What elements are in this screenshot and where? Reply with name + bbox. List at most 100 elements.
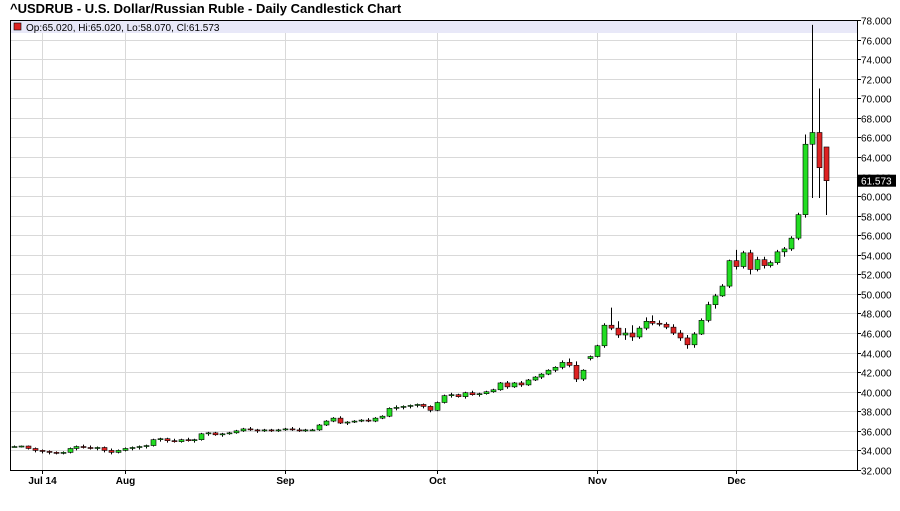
candle-body [719, 285, 726, 297]
candle [504, 380, 511, 389]
candle-body [185, 439, 192, 441]
y-tick-label: 60.000 [861, 193, 892, 204]
candle [788, 236, 795, 251]
y-tick-label: 58.000 [861, 213, 892, 224]
candle-body [455, 394, 462, 397]
candle [594, 344, 601, 358]
candle-body [705, 304, 712, 321]
candle-body [379, 415, 386, 419]
candle [795, 212, 802, 241]
candle [601, 323, 608, 348]
candle [46, 450, 53, 455]
candle-body [407, 405, 414, 407]
candle-body [733, 260, 740, 267]
candle-body [767, 262, 774, 266]
candle-body [316, 424, 323, 431]
candle-body [587, 356, 594, 359]
candle [351, 420, 358, 424]
candle-body [656, 322, 663, 325]
candle-body [157, 438, 164, 440]
y-axis: 32.000 34.000 36.000 38.000 40.000 42.000 44.0… [857, 17, 892, 478]
candle-body [25, 445, 32, 449]
x-tick-label: Sep [276, 476, 294, 487]
candle [476, 392, 483, 397]
candle [18, 445, 25, 448]
candle-body [594, 345, 601, 357]
candle-body [802, 143, 809, 215]
candle-body [122, 448, 129, 451]
candle [414, 403, 421, 408]
candle [316, 424, 323, 431]
candle [136, 445, 143, 450]
candle-body [726, 260, 733, 287]
candle-body [358, 419, 365, 422]
candle [629, 325, 636, 341]
candle [462, 391, 469, 399]
candle-body [247, 428, 254, 431]
candle [705, 301, 712, 323]
candle [393, 405, 400, 411]
candle [580, 369, 587, 381]
candle [649, 315, 656, 326]
candle [455, 393, 462, 398]
candle-body [420, 404, 427, 407]
candle [774, 249, 781, 265]
candle-body [781, 248, 788, 253]
candle-body [164, 438, 171, 441]
candle [323, 420, 330, 426]
candle-body [323, 420, 330, 426]
candle [205, 431, 212, 436]
y-tick-label: 54.000 [861, 252, 892, 263]
candle [643, 317, 650, 331]
candle-body [566, 362, 573, 366]
candle [656, 320, 663, 327]
ohlc-info: Op:65.020, Hi:65.020, Lo:58.070, Cl:61.5… [26, 23, 220, 34]
candle-body [53, 452, 60, 454]
candle-body [691, 333, 698, 346]
candle-body [434, 402, 441, 411]
candle [191, 438, 198, 443]
y-tick-label: 42.000 [861, 369, 892, 380]
x-axis: Jul 14 Aug Sep Oct Nov Dec [28, 470, 746, 487]
candle-body [275, 429, 282, 432]
x-tick-label: Dec [727, 476, 746, 487]
candle [545, 369, 552, 376]
candle-body [573, 365, 580, 380]
candle-body [601, 324, 608, 347]
candle [511, 381, 518, 388]
candle-body [212, 432, 219, 436]
candle [129, 446, 136, 451]
candle-body [80, 446, 87, 448]
candle [407, 404, 414, 409]
candle [636, 326, 643, 339]
candle [233, 429, 240, 434]
candle [212, 431, 219, 436]
y-tick-label: 36.000 [861, 428, 892, 439]
candle [469, 390, 476, 396]
y-tick-label: 64.000 [861, 154, 892, 165]
candle [330, 417, 337, 423]
candle [164, 437, 171, 443]
candle-body [46, 451, 53, 453]
candle-body [698, 320, 705, 335]
candle [171, 438, 178, 443]
candle-body [684, 337, 691, 346]
candle [816, 88, 823, 199]
candle-body [351, 420, 358, 423]
candle-body [233, 430, 240, 434]
candle [344, 421, 351, 425]
candle-body [94, 447, 101, 449]
candle-body [448, 394, 455, 396]
candle [289, 426, 296, 431]
candle-body [240, 428, 247, 432]
candle-body [663, 323, 670, 328]
candle-body [483, 391, 490, 394]
candle [400, 405, 407, 410]
candle-body [115, 450, 122, 453]
candles [11, 24, 830, 455]
candle-body [580, 369, 587, 380]
candle-body [712, 295, 719, 305]
candle-body [490, 389, 497, 393]
candle-body [178, 439, 185, 442]
x-tick-label: Nov [588, 476, 607, 487]
